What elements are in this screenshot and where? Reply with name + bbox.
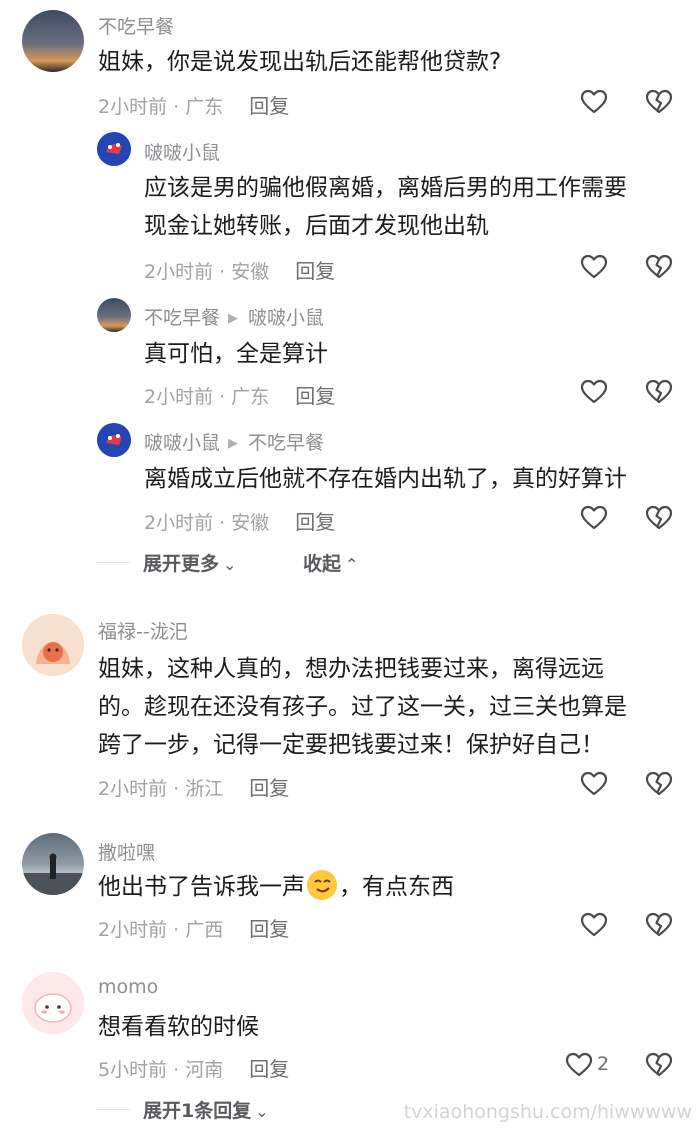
chevron-down-icon: ⌄ xyxy=(223,555,237,574)
heart-outline-icon[interactable] xyxy=(580,253,608,281)
comment-meta: 2小时前 · 浙江 回复 xyxy=(98,772,289,801)
reply-button[interactable]: 回复 xyxy=(249,94,289,118)
comment-username[interactable]: 撒啦嘿 xyxy=(98,838,155,865)
heart-outline-icon[interactable] xyxy=(580,911,608,939)
comment-text-part: ，有点东西 xyxy=(339,874,454,900)
avatar[interactable] xyxy=(97,423,131,457)
comment-username[interactable]: 不吃早餐 xyxy=(98,12,174,39)
heart-outline-icon[interactable] xyxy=(565,1051,593,1079)
comment-text-line: 的。趁现在还没有孩子。过了这一关，过三关也算是 xyxy=(98,694,627,720)
broken-heart-icon[interactable] xyxy=(645,253,673,281)
heart-outline-icon[interactable] xyxy=(580,378,608,406)
collapse-button[interactable]: 收起 ⌃ xyxy=(303,549,358,576)
reply-target[interactable]: 啵啵小鼠 xyxy=(248,307,324,329)
reply-to-arrow-icon: ▶ xyxy=(228,436,239,451)
comment-time-location: 2小时前 · 浙江 xyxy=(98,778,224,800)
watermark-text: tvxiaohongshu.com/hiwwwww xyxy=(403,1101,692,1123)
reply-time-location: 2小时前 · 安徽 xyxy=(144,261,270,283)
comment-text-line: 跨了一步，记得一定要把钱要过来！保护好自己！ xyxy=(98,732,604,758)
comment-time-location: 2小时前 · 广东 xyxy=(98,96,224,118)
broken-heart-icon[interactable] xyxy=(645,1051,673,1079)
comment-username[interactable]: 福禄--泷汜 xyxy=(98,617,188,644)
reply-time-location: 2小时前 · 广东 xyxy=(144,386,270,408)
broken-heart-icon[interactable] xyxy=(645,911,673,939)
reply-author[interactable]: 啵啵小鼠 xyxy=(144,432,220,454)
reply-meta: 2小时前 · 广东 回复 xyxy=(144,380,335,409)
comment-text: 想看看软的时候 xyxy=(98,1014,259,1040)
reply-author[interactable]: 不吃早餐 xyxy=(144,307,220,329)
reply-button[interactable]: 回复 xyxy=(295,259,335,283)
reply-username: 不吃早餐 ▶ 啵啵小鼠 xyxy=(144,303,324,330)
comment-text: 姐妹，你是说发现出轨后还能帮他贷款? xyxy=(98,49,502,75)
divider xyxy=(97,562,131,563)
avatar[interactable] xyxy=(97,298,131,332)
reply-text-line: 应该是男的骗他假离婚，离婚后男的用工作需要 xyxy=(144,175,627,201)
chevron-up-icon: ⌃ xyxy=(345,555,359,574)
avatar[interactable] xyxy=(22,10,84,72)
avatar[interactable] xyxy=(22,833,84,895)
divider xyxy=(97,1109,131,1110)
comment-time-location: 2小时前 · 广西 xyxy=(98,919,224,941)
broken-heart-icon[interactable] xyxy=(645,378,673,406)
heart-outline-icon[interactable] xyxy=(580,770,608,798)
avatar-art xyxy=(97,423,131,457)
comment-time-location: 5小时前 · 河南 xyxy=(98,1059,224,1081)
comment-text: 姐妹，这种人真的，想办法把钱要过来，离得远远 的。趁现在还没有孩子。过了这一关，… xyxy=(98,650,668,764)
comment-meta: 2小时前 · 广东 回复 xyxy=(98,90,289,119)
collapse-label: 收起 xyxy=(303,553,342,575)
reply-text: 真可怕，全是算计 xyxy=(144,341,328,367)
reply-button[interactable]: 回复 xyxy=(249,917,289,941)
comment-text: 他出书了告诉我一声 ，有点东西 xyxy=(98,868,668,906)
reply-button[interactable]: 回复 xyxy=(249,1057,289,1081)
avatar-art xyxy=(22,972,84,1034)
expand-more-label: 展开更多 xyxy=(143,553,220,575)
reply-text-line: 现金让她转账，后面才发现他出轨 xyxy=(144,213,489,239)
like-count: 2 xyxy=(597,1053,610,1075)
expand-replies-label: 展开1条回复 xyxy=(143,1100,252,1122)
reply-button[interactable]: 回复 xyxy=(249,776,289,800)
grinning-smirk-emoji xyxy=(307,870,337,900)
chevron-down-icon: ⌄ xyxy=(255,1102,269,1121)
comment-meta: 2小时前 · 广西 回复 xyxy=(98,913,289,942)
reply-target[interactable]: 不吃早餐 xyxy=(248,432,324,454)
reply-time-location: 2小时前 · 安徽 xyxy=(144,512,270,534)
reply-text: 应该是男的骗他假离婚，离婚后男的用工作需要 现金让她转账，后面才发现他出轨 xyxy=(144,169,684,245)
avatar-art xyxy=(97,132,131,166)
reply-to-arrow-icon: ▶ xyxy=(228,311,239,326)
heart-outline-icon[interactable] xyxy=(580,504,608,532)
expand-replies-button[interactable]: 展开1条回复 ⌄ xyxy=(143,1096,269,1123)
comment-username[interactable]: momo xyxy=(98,976,158,998)
avatar[interactable] xyxy=(22,614,84,676)
reply-meta: 2小时前 · 安徽 回复 xyxy=(144,506,335,535)
avatar[interactable] xyxy=(97,132,131,166)
avatar-art xyxy=(22,853,84,895)
reply-username: 啵啵小鼠 ▶ 不吃早餐 xyxy=(144,428,324,455)
reply-button[interactable]: 回复 xyxy=(295,510,335,534)
heart-outline-icon[interactable] xyxy=(580,88,608,116)
comment-text-part: 他出书了告诉我一声 xyxy=(98,874,305,900)
reply-username[interactable]: 啵啵小鼠 xyxy=(144,138,220,165)
reply-button[interactable]: 回复 xyxy=(295,384,335,408)
avatar-art xyxy=(22,614,84,676)
reply-text: 离婚成立后他就不存在婚内出轨了，真的好算计 xyxy=(144,466,627,492)
broken-heart-icon[interactable] xyxy=(645,504,673,532)
broken-heart-icon[interactable] xyxy=(645,88,673,116)
reply-meta: 2小时前 · 安徽 回复 xyxy=(144,255,335,284)
avatar[interactable] xyxy=(22,972,84,1034)
broken-heart-icon[interactable] xyxy=(645,770,673,798)
expand-more-button[interactable]: 展开更多 ⌄ xyxy=(143,549,236,576)
comment-meta: 5小时前 · 河南 回复 xyxy=(98,1053,289,1082)
comment-text-line: 姐妹，这种人真的，想办法把钱要过来，离得远远 xyxy=(98,656,604,682)
